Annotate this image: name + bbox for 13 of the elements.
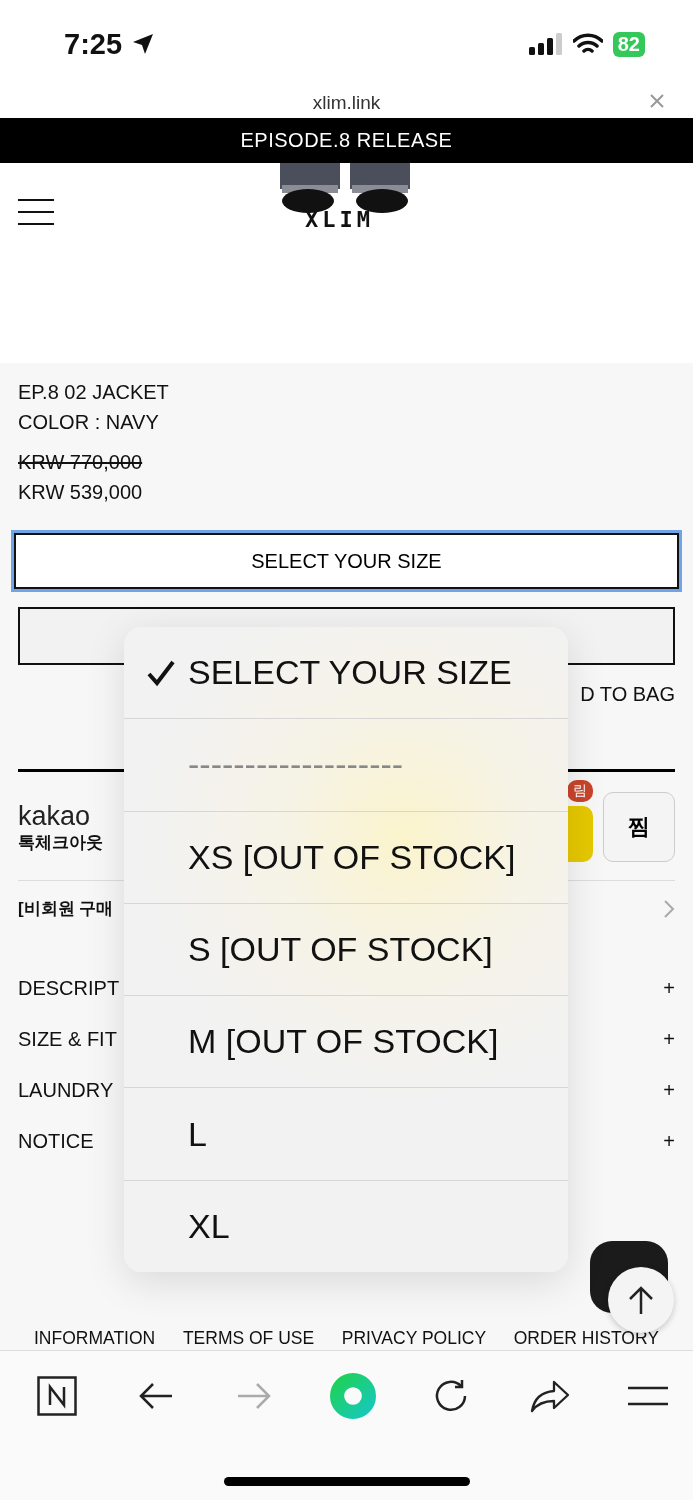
guest-purchase-label: [비회원 구매 [18,898,114,920]
product-color: COLOR : NAVY [18,410,159,435]
original-price: KRW 770,000 [18,450,143,475]
checkout-label: 톡체크아웃 [18,831,103,854]
product-name: EP.8 02 JACKET [18,380,169,405]
badge: 림 [567,780,593,802]
brand-logo: XLIM [305,207,374,232]
sale-price: KRW 539,000 [18,480,143,505]
url-text: xlim.link [312,92,381,114]
kakao-logo: kakao [18,800,92,831]
release-banner: EPISODE.8 RELEASE [0,118,693,163]
status-time: 7:25 [64,27,123,61]
battery-level: 82 [612,31,645,57]
